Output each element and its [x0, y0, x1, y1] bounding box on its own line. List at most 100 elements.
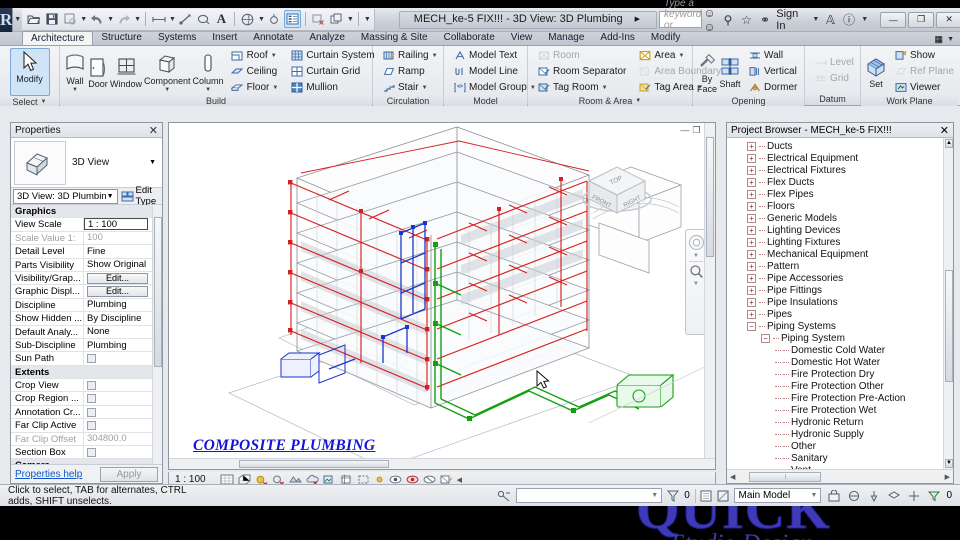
tree-expand-icon[interactable]: + [747, 237, 756, 247]
tree-node[interactable]: + Flex Pipes [727, 188, 953, 200]
tree-node[interactable]: Domestic Cold Water [727, 344, 953, 356]
properties-help-link[interactable]: Properties help [15, 469, 82, 480]
tag-room-button[interactable]: Tag Room ▼ [534, 80, 629, 95]
drawing-canvas[interactable]: — ❐ ✕ [168, 122, 716, 470]
switch-windows-icon[interactable] [328, 10, 345, 28]
tag-icon[interactable] [195, 10, 212, 28]
tree-collapse-icon[interactable]: − [761, 333, 770, 343]
tree-node[interactable]: + Generic Models [727, 212, 953, 224]
tree-node[interactable]: Hydronic Return [727, 416, 953, 428]
project-browser-scroll-thumb[interactable] [945, 270, 953, 382]
crop-view-checkbox[interactable] [87, 380, 96, 390]
measure-icon[interactable] [150, 10, 167, 28]
property-row-visibility-graphics[interactable]: Visibility/Grap... Edit... [11, 271, 162, 286]
room-button[interactable]: Room [534, 48, 629, 63]
redo-caret-icon[interactable]: ▼ [134, 16, 141, 23]
tree-expand-icon[interactable]: + [747, 225, 756, 235]
graphic-display-edit-button[interactable]: Edit... [87, 286, 148, 298]
canvas-hscroll-thumb[interactable] [239, 460, 389, 468]
property-row-sun-path[interactable]: Sun Path [11, 352, 162, 366]
property-row-view-scale[interactable]: View Scale 1 : 100 [11, 218, 162, 232]
property-row-annotation-crop[interactable]: Annotation Cr... [11, 405, 162, 420]
revit-logo[interactable]: R [0, 7, 14, 32]
tab-view[interactable]: View [503, 31, 541, 45]
tab-systems[interactable]: Systems [150, 31, 204, 45]
project-browser-scroll-up-icon[interactable]: ▲ [945, 139, 953, 148]
property-row-detail-level[interactable]: Detail Level Fine [11, 245, 162, 259]
visibility-graphics-edit-button[interactable]: Edit... [87, 272, 148, 284]
property-row-default-analysis[interactable]: Default Analy... None [11, 325, 162, 339]
steering-wheel-caret-icon[interactable]: ▼ [693, 253, 699, 259]
tree-node[interactable]: − Piping Systems [727, 320, 953, 332]
set-workplane-button[interactable]: Set [865, 54, 887, 89]
stair-dropdown-icon[interactable]: ▼ [422, 85, 428, 91]
zoom-icon[interactable] [689, 264, 704, 279]
properties-type-caret-icon[interactable]: ▼ [149, 159, 159, 166]
property-row-graphic-display[interactable]: Graphic Displ... Edit... [11, 285, 162, 299]
drag-elements-icon[interactable] [906, 488, 921, 503]
design-options-icon[interactable] [700, 488, 712, 503]
save-icon[interactable] [43, 10, 60, 28]
exchange-apps-icon[interactable]: 𝔸 [823, 13, 838, 27]
model-line-button[interactable]: Model Line [450, 64, 539, 79]
property-value-discipline[interactable]: Plumbing [84, 299, 162, 311]
property-value-show-hidden-lines[interactable]: By Discipline [84, 312, 162, 324]
tree-expand-icon[interactable]: + [747, 213, 756, 223]
sign-in-label[interactable]: Sign In [776, 8, 807, 32]
tree-expand-icon[interactable]: + [747, 285, 756, 295]
property-row-show-hidden-lines[interactable]: Show Hidden ... By Discipline [11, 312, 162, 326]
property-value-detail-level[interactable]: Fine [84, 245, 162, 257]
property-row-far-clip-active[interactable]: Far Clip Active [11, 419, 162, 433]
tab-collaborate[interactable]: Collaborate [436, 31, 503, 45]
tree-collapse-icon[interactable]: − [747, 321, 756, 331]
ribbon-display-caret-icon[interactable]: ▼ [947, 36, 954, 43]
tree-node[interactable]: + Pattern [727, 260, 953, 272]
tree-node[interactable]: − Piping System [727, 332, 953, 344]
close-hidden-windows-icon[interactable] [310, 10, 327, 28]
worksets-combo-caret-icon[interactable]: ▼ [651, 492, 658, 499]
view-3d-caret-icon[interactable]: ▼ [258, 16, 265, 23]
tree-node[interactable]: Fire Protection Pre-Action [727, 392, 953, 404]
app-menu-caret-icon[interactable]: ▼ [14, 16, 21, 23]
level-button[interactable]: Level [811, 55, 857, 70]
switch-windows-caret-icon[interactable]: ▼ [347, 16, 354, 23]
measure-caret-icon[interactable]: ▼ [169, 16, 176, 23]
floor-dropdown-icon[interactable]: ▼ [272, 85, 278, 91]
property-row-sub-discipline[interactable]: Sub-Discipline Plumbing [11, 338, 162, 353]
ribbon-display-icon[interactable]: ▦ [935, 34, 944, 45]
tree-expand-icon[interactable]: + [747, 201, 756, 211]
tree-expand-icon[interactable]: + [747, 177, 756, 187]
section-icon[interactable] [266, 10, 283, 28]
save-as-caret-icon[interactable]: ▼ [80, 16, 87, 23]
tree-node[interactable]: + Lighting Devices [727, 224, 953, 236]
section-box-checkbox[interactable] [87, 447, 96, 457]
tab-add-ins[interactable]: Add-Ins [592, 31, 642, 45]
tab-architecture[interactable]: Architecture [22, 31, 94, 45]
tree-expand-icon[interactable]: + [747, 261, 756, 271]
opening-dormer-button[interactable]: Dormer [745, 80, 800, 95]
status-filter-icon[interactable] [926, 488, 941, 503]
tree-node[interactable]: + Electrical Fixtures [727, 164, 953, 176]
sun-path-checkbox[interactable] [87, 353, 96, 363]
restore-button[interactable]: ❐ [908, 11, 935, 28]
tree-node[interactable]: + Mechanical Equipment [727, 248, 953, 260]
tree-expand-icon[interactable]: + [747, 297, 756, 307]
door-button[interactable]: Door [88, 54, 108, 89]
by-face-button[interactable]: By Face [697, 49, 717, 94]
tree-node[interactable]: Hydronic Supply [727, 428, 953, 440]
steering-wheel-icon[interactable] [688, 234, 705, 251]
search-input[interactable]: Type a keyword or phrase [659, 0, 703, 42]
tag-room-dropdown-icon[interactable]: ▼ [602, 85, 608, 91]
favorites-star-icon[interactable]: ☆ [739, 13, 754, 27]
tree-expand-icon[interactable]: + [747, 273, 756, 283]
worksets-combo[interactable]: ▼ [516, 488, 663, 503]
opening-vertical-button[interactable]: Vertical [745, 64, 800, 79]
property-value-parts-visibility[interactable]: Show Original [84, 259, 162, 271]
minimize-button[interactable]: — [880, 11, 907, 28]
browser-hscroll-thumb[interactable]: ⁝ [749, 471, 822, 482]
properties-scroll-thumb[interactable] [154, 217, 162, 367]
tree-node[interactable]: Sanitary [727, 452, 953, 464]
column-dropdown-icon[interactable]: ▼ [205, 87, 211, 93]
opening-wall-button[interactable]: Wall [745, 48, 800, 63]
tree-node[interactable]: Fire Protection Dry [727, 368, 953, 380]
